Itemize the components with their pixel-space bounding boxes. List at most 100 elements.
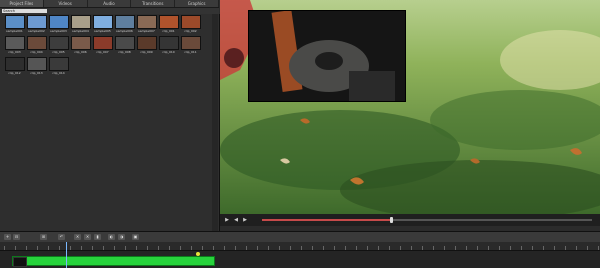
thumbnail-image [48,15,69,29]
thumbnail-label: sample002 [28,29,45,33]
media-thumbnail[interactable]: clip_009 [136,36,157,56]
thumbnail-image [4,57,25,71]
playback-controls: ▶ ◀ ▶ [220,214,600,226]
delete-icon[interactable]: ✕ [84,234,91,240]
preview-scrubber[interactable] [262,217,592,223]
ruler-tick [37,246,38,250]
media-thumbnail[interactable]: sample002 [26,15,47,35]
timeline-ruler[interactable] [0,242,600,251]
ruler-tick [81,246,82,250]
media-thumbnail[interactable]: clip_001 [158,15,179,35]
ruler-tick [59,246,60,250]
next-frame-icon[interactable]: ▶ [242,217,248,223]
ruler-tick [477,246,478,250]
ruler-tick [510,246,511,250]
scrubber-handle[interactable] [389,217,393,223]
media-thumbnail[interactable]: clip_008 [114,36,135,56]
ruler-tick [279,246,280,250]
library-scrollbar[interactable] [212,14,218,232]
ruler-tick [180,246,181,250]
media-thumbnail[interactable]: sample004 [70,15,91,35]
thumbnail-label: sample007 [138,29,155,33]
media-thumbnail[interactable]: clip_010 [158,36,179,56]
timeline-clip[interactable] [12,256,215,266]
marker-icon[interactable]: ◐ [108,234,115,240]
thumbnail-image [136,36,157,50]
ruler-tick [345,246,346,250]
media-thumbnail[interactable]: clip_011 [180,36,201,56]
ruler-tick [48,246,49,250]
razor-icon[interactable]: ▮ [94,234,101,240]
thumbnail-image [26,15,47,29]
media-thumbnail[interactable]: clip_006 [70,36,91,56]
thumbnail-label: sample001 [6,29,23,33]
tab-videos[interactable]: Videos [44,0,88,7]
media-thumbnail[interactable]: clip_003 [4,36,25,56]
timeline-toolbar: + ⊟ ⊞ ↶ ✕ ✕ ▮ ◐ ◑ ▣ [0,231,600,242]
tab-transitions[interactable]: Transitions [131,0,176,7]
thumbnail-label: sample006 [116,29,133,33]
thumbnail-label: clip_014 [52,71,65,75]
zoom-icon[interactable]: ⊟ [13,234,20,240]
ruler-tick [598,246,599,250]
media-thumbnail[interactable]: clip_007 [92,36,113,56]
tab-graphics[interactable]: Graphics [175,0,219,7]
prev-frame-icon[interactable]: ◀ [233,217,239,223]
undo-icon[interactable]: ↶ [58,234,65,240]
thumbnail-image [48,36,69,50]
thumbnail-label: clip_012 [8,71,21,75]
thumbnail-label: clip_008 [118,50,131,54]
thumbnail-image [70,15,91,29]
media-thumbnail[interactable]: sample007 [136,15,157,35]
thumbnail-label: clip_009 [140,50,153,54]
previous-marker-icon[interactable]: ◑ [118,234,125,240]
thumbnail-image [70,36,91,50]
thumbnail-image [136,15,157,29]
ruler-tick [499,246,500,250]
tab-audio[interactable]: Audio [88,0,132,7]
ruler-tick [521,246,522,250]
timeline-track [0,251,600,268]
ruler-tick [433,246,434,250]
thumbnail-image [158,15,179,29]
thumbnail-label: clip_006 [74,50,87,54]
tab-project-files[interactable]: Project Files [0,0,44,7]
thumbnail-label: clip_001 [162,29,175,33]
media-grid: sample001 sample002 sample003 sample004 samp… [4,15,204,77]
scrubber-progress [262,219,391,221]
media-thumbnail[interactable]: clip_014 [48,57,69,77]
media-thumbnail[interactable]: sample006 [114,15,135,35]
ruler-tick [301,246,302,250]
playhead[interactable] [66,242,67,268]
add-track-icon[interactable]: + [4,234,11,240]
thumbnail-image [180,36,201,50]
ruler-tick [213,246,214,250]
cut-icon[interactable]: ✕ [74,234,81,240]
media-thumbnail[interactable]: sample005 [92,15,113,35]
media-thumbnail[interactable]: clip_002 [180,15,201,35]
play-icon[interactable]: ▶ [224,217,230,223]
library-tabs: Project Files Videos Audio Transitions G… [0,0,219,8]
media-thumbnail[interactable]: sample001 [4,15,25,35]
center-playhead-icon[interactable]: ▣ [132,234,139,240]
ruler-tick [532,246,533,250]
ruler-tick [587,246,588,250]
ruler-tick [246,246,247,250]
media-thumbnail[interactable]: clip_005 [48,36,69,56]
ruler-tick [565,246,566,250]
ruler-tick [543,246,544,250]
ruler-tick [389,246,390,250]
ruler-tick [26,246,27,250]
media-thumbnail[interactable]: sample003 [48,15,69,35]
media-thumbnail[interactable]: clip_012 [4,57,25,77]
media-thumbnail[interactable]: clip_013 [26,57,47,77]
timeline-marker[interactable] [196,252,200,256]
snap-icon[interactable]: ⊞ [40,234,47,240]
ruler-tick [576,246,577,250]
media-thumbnail[interactable]: clip_004 [26,36,47,56]
overlay-clip[interactable] [248,9,406,102]
search-input[interactable]: Search [2,9,47,13]
thumbnail-image [48,57,69,71]
video-preview[interactable] [220,0,600,214]
thumbnail-image [4,36,25,50]
